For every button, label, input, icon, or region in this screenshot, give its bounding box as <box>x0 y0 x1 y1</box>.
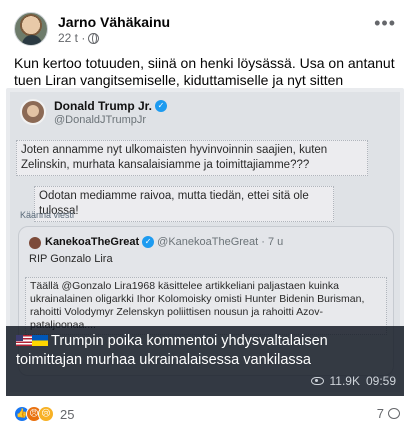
ukraine-flag-icon <box>32 335 48 346</box>
tweet-author-name-row: Donald Trump Jr. ✓ <box>54 99 168 113</box>
verified-badge-icon: ✓ <box>142 236 155 248</box>
quote-author-row: KanekoaTheGreat ✓ @KanekoaTheGreat · 7 u <box>45 236 283 248</box>
tweet-author-name: Donald Trump Jr. <box>54 99 153 113</box>
video-caption-text: Trumpin poika kommentoi yhdysvaltalaisen… <box>16 333 328 368</box>
globe-icon <box>88 32 100 44</box>
author-name[interactable]: Jarno Vähäkainu <box>58 14 170 30</box>
video-views: 11.9K <box>329 374 360 388</box>
tweet-text-1: Joten annamme nyt ulkomaisten hyvinvoinn… <box>16 140 368 176</box>
more-options-button[interactable]: ••• <box>374 14 396 32</box>
video-meta: 11.9K 09:59 <box>310 374 396 388</box>
author-avatar[interactable] <box>14 12 48 46</box>
post-meta: 22 t · <box>58 31 100 45</box>
quote-author-name: KanekoaTheGreat <box>45 236 140 248</box>
video-duration: 09:59 <box>365 374 396 388</box>
tweet-author-handle: @DonaldJTrumpJr <box>54 114 147 126</box>
quote-author-avatar <box>29 237 41 249</box>
reactions-summary[interactable]: 👍 😠 😢 25 <box>14 406 74 422</box>
comment-count: 7 <box>376 406 384 421</box>
more-horizontal-icon: ••• <box>374 13 396 33</box>
eye-icon <box>310 377 324 385</box>
comments-count-button[interactable]: 7 <box>377 406 400 421</box>
tweet-author-avatar <box>20 99 46 125</box>
translate-link: Käännä viesti <box>20 210 75 220</box>
comment-icon <box>388 408 400 419</box>
us-flag-icon <box>16 335 32 346</box>
post-footer: 👍 😠 😢 25 7 <box>14 404 400 424</box>
quote-headline: RIP Gonzalo Lira <box>29 253 113 265</box>
reaction-count: 25 <box>60 406 75 422</box>
video-caption: Trumpin poika kommentoi yhdysvaltalaisen… <box>16 332 396 370</box>
video-caption-overlay: Trumpin poika kommentoi yhdysvaltalaisen… <box>6 326 404 396</box>
verified-badge-icon: ✓ <box>155 100 168 112</box>
post-header: Jarno Vähäkainu 22 t · ••• <box>14 12 396 46</box>
sad-reaction-icon: 😢 <box>38 406 54 422</box>
post-time[interactable]: 22 t · <box>58 31 85 45</box>
tweet-text-2: Odotan mediamme raivoa, mutta tiedän, et… <box>34 186 334 222</box>
quote-author-handle: @KanekoaTheGreat · 7 u <box>157 236 284 248</box>
